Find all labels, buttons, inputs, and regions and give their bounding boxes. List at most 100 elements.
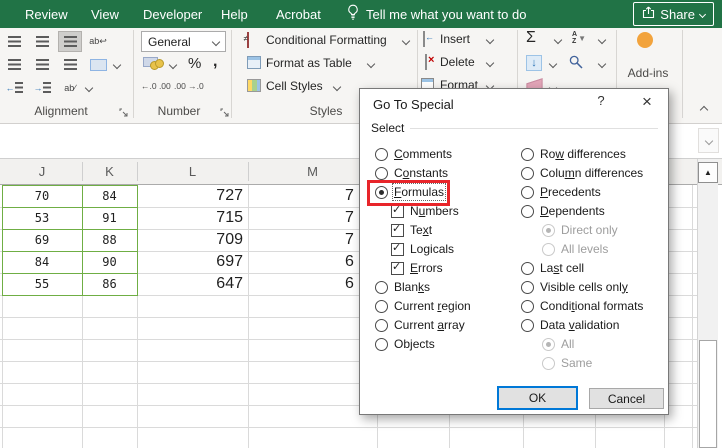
cell[interactable]: 6 <box>345 274 359 294</box>
collapse-ribbon-icon[interactable] <box>699 105 709 115</box>
radio-visible-cells-only[interactable] <box>521 281 534 294</box>
checkbox-errors[interactable]: ✓ <box>391 261 404 275</box>
decrease-indent-button[interactable]: ← <box>2 77 26 98</box>
cell[interactable]: 709 <box>137 230 243 250</box>
accounting-chevron-icon[interactable] <box>168 60 178 70</box>
cell[interactable]: 7 <box>345 230 359 250</box>
cancel-button[interactable]: Cancel <box>589 388 664 409</box>
comma-style-button[interactable]: , <box>213 53 217 71</box>
checkbox-numbers[interactable]: ✓ <box>391 204 404 218</box>
accounting-format-icon[interactable] <box>143 56 164 70</box>
merge-center-button[interactable] <box>86 54 110 75</box>
cell[interactable]: 7 <box>345 208 359 228</box>
percent-style-button[interactable]: % <box>188 55 201 72</box>
align-top-button[interactable] <box>2 31 26 52</box>
cell[interactable]: 91 <box>82 208 137 228</box>
radio-blanks[interactable] <box>375 281 388 294</box>
align-left-button[interactable] <box>2 54 26 75</box>
sort-filter-chevron-icon[interactable] <box>597 35 607 45</box>
cell[interactable]: 86 <box>82 274 137 294</box>
number-dialog-launcher[interactable] <box>220 106 229 120</box>
checkbox-logicals[interactable]: ✓ <box>391 242 404 256</box>
align-center-button[interactable] <box>30 54 54 75</box>
radio-last-cell[interactable] <box>521 262 534 275</box>
format-painter-chevron-icon[interactable] <box>84 83 94 93</box>
number-format-combo[interactable]: General <box>141 31 226 52</box>
tab-help[interactable]: Help <box>221 0 248 28</box>
fill-down-button[interactable]: ↓ <box>526 55 542 71</box>
radio-data-validation[interactable] <box>521 319 534 332</box>
option-label: Data validation <box>540 317 620 332</box>
cell[interactable]: 697 <box>137 252 243 272</box>
find-chevron-icon[interactable] <box>597 59 607 69</box>
scrollbar-thumb[interactable] <box>699 340 717 448</box>
option-label: Comments <box>394 146 453 161</box>
radio-current-array[interactable] <box>375 319 388 332</box>
align-middle-button[interactable] <box>30 31 54 52</box>
tell-me-box[interactable]: Tell me what you want to do <box>347 0 526 28</box>
radio-current-region[interactable] <box>375 300 388 313</box>
indent-lines-icon <box>14 82 23 93</box>
cell[interactable]: 7 <box>345 186 359 206</box>
addin-dot-icon[interactable] <box>637 32 653 48</box>
radio-precedents[interactable] <box>521 186 534 199</box>
radio-constants[interactable] <box>375 167 388 180</box>
cell[interactable]: 88 <box>82 230 137 250</box>
merge-center-chevron-icon[interactable] <box>112 60 122 70</box>
cell[interactable]: 55 <box>2 274 82 294</box>
radio-conditional-formats[interactable] <box>521 300 534 313</box>
radio-column-differences[interactable] <box>521 167 534 180</box>
insert-button[interactable]: Insert <box>440 32 470 46</box>
increase-indent-button[interactable]: → <box>30 77 54 98</box>
alignment-dialog-launcher[interactable] <box>119 106 128 120</box>
align-top-icon <box>7 36 21 47</box>
cell[interactable]: 84 <box>82 186 137 206</box>
align-center-icon <box>35 59 49 70</box>
scroll-up-button[interactable]: ▲ <box>698 162 718 183</box>
share-button[interactable]: Share <box>633 2 714 26</box>
tab-review[interactable]: Review <box>25 0 68 28</box>
increase-decimal-button[interactable]: ←.0 .00 <box>141 81 171 91</box>
checkbox-text[interactable]: ✓ <box>391 223 404 237</box>
fill-chevron-icon[interactable] <box>548 59 558 69</box>
cell[interactable]: 715 <box>137 208 243 228</box>
conditional-formatting-button[interactable]: Conditional Formatting <box>266 33 387 47</box>
align-right-icon <box>63 59 77 70</box>
tab-view[interactable]: View <box>91 0 119 28</box>
radio-dependents[interactable] <box>521 205 534 218</box>
tab-acrobat[interactable]: Acrobat <box>276 0 321 28</box>
radio-objects[interactable] <box>375 338 388 351</box>
autosum-chevron-icon[interactable] <box>553 35 563 45</box>
align-middle-icon <box>35 36 49 47</box>
formula-bar-expand-button[interactable] <box>698 128 719 153</box>
column-header-M[interactable]: M <box>248 159 377 184</box>
tab-developer[interactable]: Developer <box>143 0 202 28</box>
cell-styles-button[interactable]: Cell Styles <box>266 79 323 93</box>
column-header-L[interactable]: L <box>137 159 248 184</box>
radio-comments[interactable] <box>375 148 388 161</box>
radio-row-differences[interactable] <box>521 148 534 161</box>
cell[interactable]: 90 <box>82 252 137 272</box>
decrease-decimal-button[interactable]: .00 →.0 <box>174 81 204 91</box>
cell[interactable]: 53 <box>2 208 82 228</box>
column-header-K[interactable]: K <box>82 159 137 184</box>
format-painter-button[interactable]: ab∕ <box>58 77 82 98</box>
orientation-button[interactable]: ab↩ <box>86 31 110 52</box>
align-bottom-button[interactable] <box>58 31 82 52</box>
cell[interactable]: 647 <box>137 274 243 294</box>
find-select-button[interactable] <box>569 55 583 72</box>
column-header-J[interactable]: J <box>2 159 82 184</box>
align-right-button[interactable] <box>58 54 82 75</box>
cell[interactable]: 70 <box>2 186 82 206</box>
cell[interactable]: 84 <box>2 252 82 272</box>
cell[interactable]: 6 <box>345 252 359 272</box>
format-as-table-button[interactable]: Format as Table <box>266 56 352 70</box>
ok-button[interactable]: OK <box>497 386 578 410</box>
autosum-button[interactable]: Σ <box>526 29 536 47</box>
delete-chevron-icon[interactable] <box>485 58 495 68</box>
sort-filter-button[interactable]: A Z ▼ <box>572 31 586 45</box>
cell[interactable]: 69 <box>2 230 82 250</box>
cell[interactable]: 727 <box>137 186 243 206</box>
insert-chevron-icon[interactable] <box>485 35 495 45</box>
delete-button[interactable]: Delete <box>440 55 475 69</box>
